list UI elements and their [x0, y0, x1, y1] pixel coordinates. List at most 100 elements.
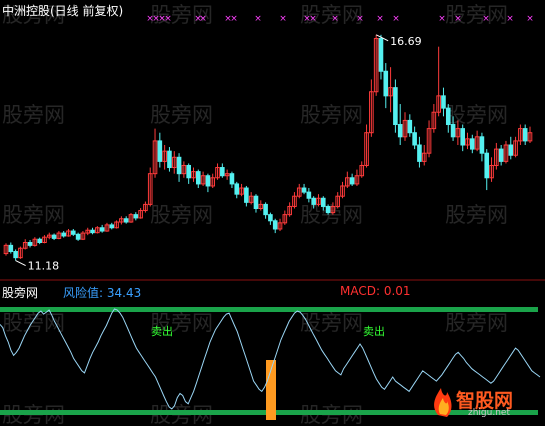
candle: [268, 212, 273, 225]
candle-body: [383, 70, 389, 97]
candle-body: [445, 107, 451, 126]
candle: [239, 183, 244, 197]
cross-marker: ×: [279, 14, 287, 24]
candle: [397, 104, 403, 145]
candle-body: [306, 191, 312, 199]
candle: [56, 231, 62, 240]
cross-marker: ×: [376, 14, 384, 24]
candle-body: [133, 214, 139, 219]
candle-body: [195, 171, 201, 185]
candle-body: [412, 132, 417, 146]
candle-body: [407, 119, 413, 134]
candle-body: [441, 95, 446, 109]
candle: [412, 126, 417, 150]
candle: [292, 192, 297, 209]
candle-body: [167, 150, 172, 169]
candle: [287, 202, 292, 217]
logo-subtext: zhigu.net: [468, 408, 510, 418]
candle-body: [90, 229, 95, 234]
candle-body: [460, 128, 465, 146]
candle-body: [301, 187, 307, 193]
candle: [277, 218, 283, 232]
candle-body: [75, 233, 81, 240]
candle: [393, 79, 398, 133]
watermark: 股旁网: [445, 103, 508, 127]
candle: [143, 201, 148, 213]
logo: [434, 388, 452, 417]
candle: [224, 169, 230, 180]
candle: [522, 124, 528, 145]
cross-marker: ×: [526, 14, 534, 24]
candle-body: [205, 175, 211, 187]
candle: [436, 46, 441, 117]
candle-body: [99, 227, 105, 232]
candle: [3, 243, 9, 256]
candle-body: [349, 177, 355, 185]
candle: [498, 145, 504, 166]
candle-body: [186, 164, 191, 179]
candle-body: [272, 220, 278, 230]
candle: [431, 104, 437, 133]
candle-body: [13, 251, 18, 259]
candle-body: [220, 167, 225, 177]
source-label: 股旁网: [2, 286, 39, 300]
candle: [80, 231, 86, 241]
cross-marker: ×: [230, 14, 238, 24]
candle: [51, 233, 57, 241]
candle: [200, 171, 206, 186]
candle: [215, 163, 220, 180]
cross-marker: ×: [331, 14, 339, 24]
candle-body: [311, 197, 316, 205]
candle-body: [325, 205, 331, 214]
sell-signal-1: 卖出: [151, 324, 173, 338]
candle: [296, 183, 302, 199]
candle: [282, 210, 288, 225]
cross-marker: ×: [506, 14, 514, 24]
watermark-layer: 股旁网 股旁网 股旁网 股旁网股旁网 股旁网 股旁网 股旁网股旁网 股旁网 股旁网 股旁网股旁网股…: [2, 3, 508, 426]
candle: [518, 124, 523, 145]
candle: [258, 200, 264, 211]
candle: [27, 240, 33, 248]
candle: [32, 237, 38, 247]
candle: [133, 212, 139, 221]
candle: [513, 136, 518, 158]
candle: [479, 132, 485, 162]
candle-body: [157, 140, 163, 162]
candle: [340, 181, 345, 199]
candle: [37, 237, 42, 245]
candle: [474, 130, 480, 152]
candle-body: [397, 124, 403, 138]
candle: [18, 246, 23, 259]
candle-body: [234, 183, 240, 195]
candle: [181, 161, 187, 178]
candle: [138, 208, 143, 219]
candle-body: [498, 148, 504, 162]
candle: [388, 67, 393, 113]
cross-marker: ×: [356, 14, 364, 24]
candle: [460, 124, 465, 152]
candle: [465, 132, 470, 150]
candle: [46, 232, 52, 240]
candle: [306, 188, 312, 203]
candle: [470, 134, 475, 154]
candle-body: [320, 197, 326, 207]
cross-marker: ×: [199, 14, 207, 24]
candle: [95, 226, 100, 234]
candle: [484, 149, 490, 191]
candle-body: [393, 87, 398, 126]
candle-body: [123, 218, 129, 223]
candle: [345, 171, 350, 189]
candle: [85, 227, 91, 236]
candle: [210, 173, 216, 189]
candle: [61, 231, 66, 238]
candle: [417, 136, 422, 168]
candle: [354, 169, 360, 186]
candle: [191, 167, 196, 182]
candle: [373, 34, 379, 96]
candle: [205, 173, 211, 193]
candle-body: [229, 173, 235, 185]
candle-body: [522, 128, 528, 142]
candle-body: [263, 203, 268, 216]
candle: [90, 227, 95, 235]
top-band: [0, 307, 538, 312]
